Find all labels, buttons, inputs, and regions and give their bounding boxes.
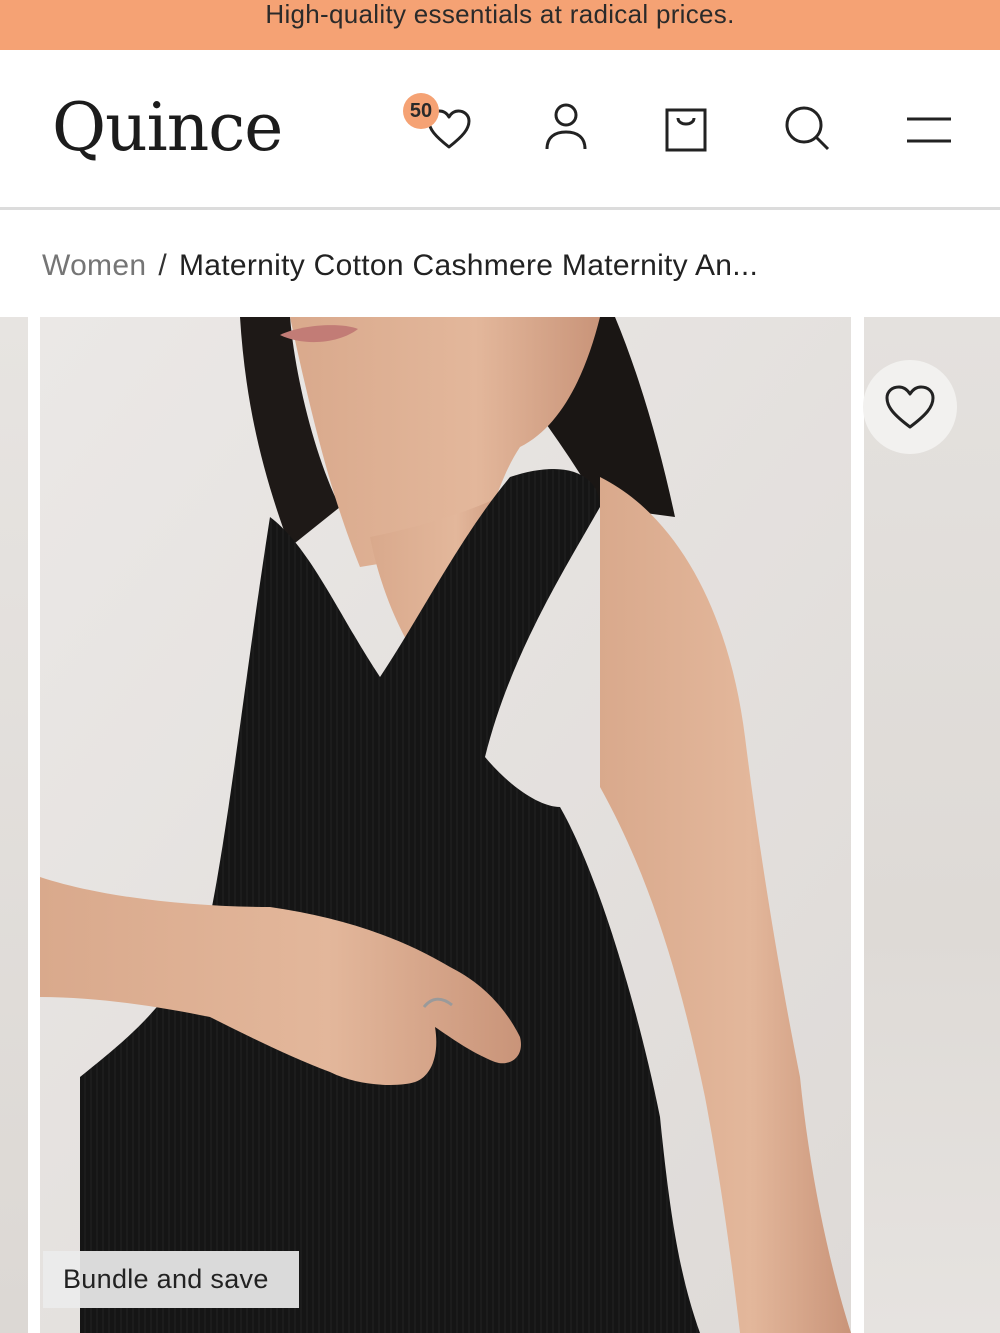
breadcrumb-current-page: Maternity Cotton Cashmere Maternity An..… <box>178 249 759 282</box>
add-to-wishlist-button[interactable] <box>863 360 957 454</box>
account-button[interactable] <box>538 98 594 156</box>
search-icon <box>785 106 830 151</box>
promo-banner: High-quality essentials at radical price… <box>0 0 1000 50</box>
promo-text: High-quality essentials at radical price… <box>265 0 735 29</box>
breadcrumb: Women / Maternity Cotton Cashmere Matern… <box>42 246 758 286</box>
search-button[interactable] <box>780 100 834 156</box>
product-image[interactable] <box>40 317 851 1333</box>
site-header: Quince 50 <box>0 50 1000 210</box>
menu-button[interactable] <box>900 110 958 150</box>
previous-product-image[interactable] <box>0 317 28 1333</box>
breadcrumb-separator: / <box>158 249 167 282</box>
cart-button[interactable] <box>660 102 712 158</box>
product-image-carousel[interactable]: Bundle and save <box>0 317 1000 1333</box>
quince-logo[interactable]: Quince <box>52 88 283 168</box>
menu-icon <box>907 117 951 143</box>
product-photo-illustration <box>40 317 851 1333</box>
wishlist-count-badge: 50 <box>403 93 439 129</box>
heart-icon <box>885 385 935 429</box>
user-icon <box>545 103 587 150</box>
shopping-bag-icon <box>665 108 707 152</box>
bundle-and-save-badge: Bundle and save <box>43 1251 299 1308</box>
breadcrumb-women-link[interactable]: Women <box>42 249 146 283</box>
next-product-image[interactable] <box>864 317 1000 1333</box>
